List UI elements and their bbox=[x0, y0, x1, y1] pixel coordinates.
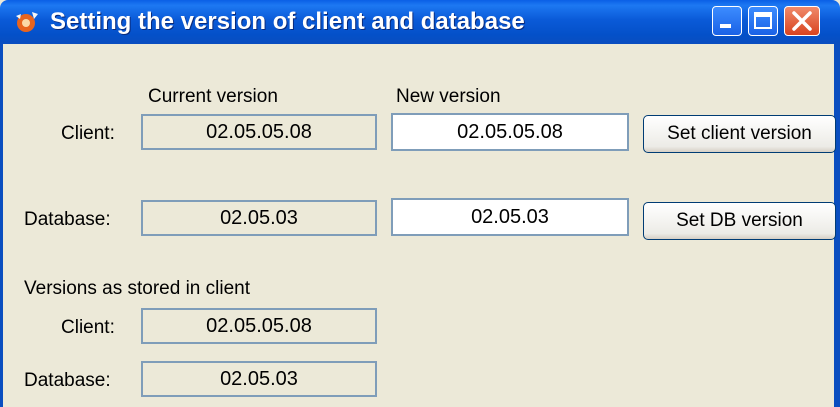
window-title: Setting the version of client and databa… bbox=[50, 8, 525, 35]
close-button[interactable] bbox=[784, 6, 820, 36]
stored-versions-heading: Versions as stored in client bbox=[24, 278, 251, 299]
stored-database-label: Database: bbox=[24, 370, 111, 391]
app-gear-icon bbox=[16, 12, 38, 32]
client-label: Client: bbox=[61, 123, 115, 144]
maximize-icon bbox=[754, 12, 772, 29]
minimize-button[interactable] bbox=[712, 6, 742, 36]
client-new-version-input[interactable]: 02.05.05.08 bbox=[391, 113, 629, 151]
dialog-window: Setting the version of client and databa… bbox=[0, 0, 840, 407]
minimize-icon bbox=[720, 24, 731, 28]
close-icon bbox=[792, 11, 812, 31]
window-frame-left bbox=[0, 44, 3, 407]
title-bar[interactable]: Setting the version of client and databa… bbox=[0, 0, 840, 44]
set-client-version-button[interactable]: Set client version bbox=[643, 115, 836, 153]
stored-client-version-field: 02.05.05.08 bbox=[141, 308, 377, 344]
current-version-header: Current version bbox=[148, 86, 278, 107]
database-new-version-input[interactable]: 02.05.03 bbox=[391, 198, 629, 236]
stored-client-label: Client: bbox=[61, 317, 115, 338]
client-current-version-field: 02.05.05.08 bbox=[141, 114, 377, 150]
database-label: Database: bbox=[24, 209, 111, 230]
stored-database-version-field: 02.05.03 bbox=[141, 361, 377, 397]
maximize-button[interactable] bbox=[748, 6, 778, 36]
new-version-header: New version bbox=[396, 86, 501, 107]
set-db-version-button[interactable]: Set DB version bbox=[643, 202, 836, 240]
database-current-version-field: 02.05.03 bbox=[141, 200, 377, 236]
